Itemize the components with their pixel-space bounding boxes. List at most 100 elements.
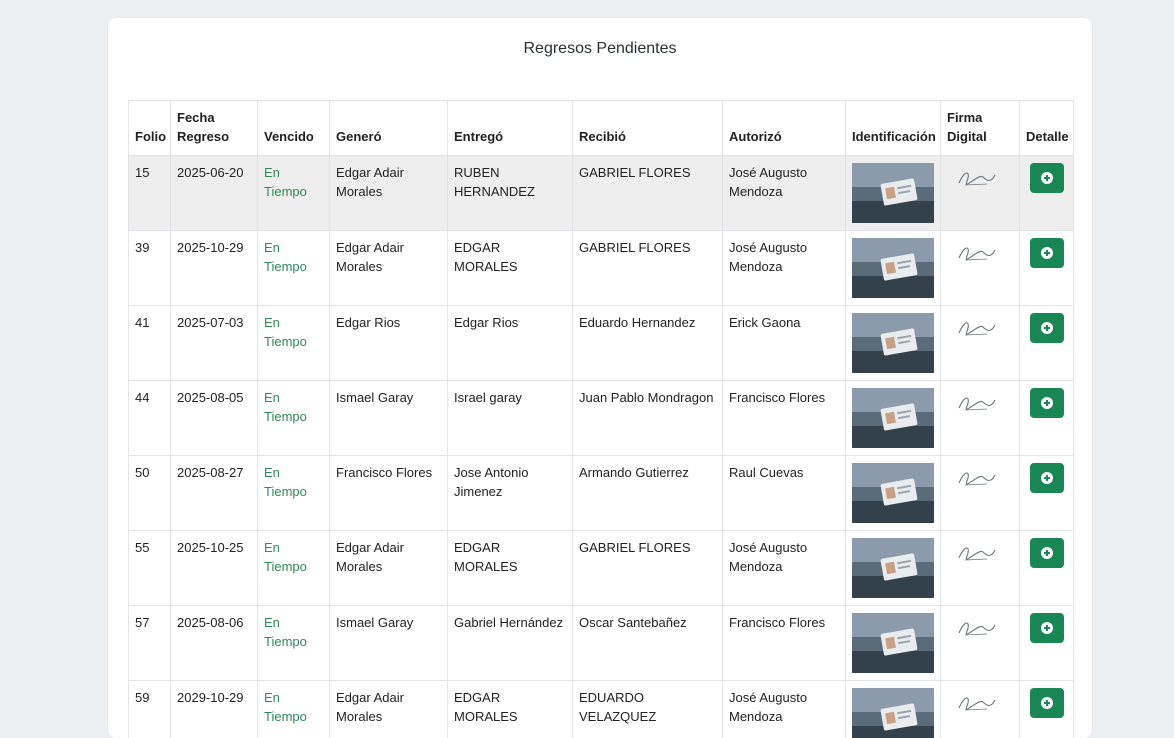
autorizo-cell: Francisco Flores <box>723 606 846 681</box>
vencido-cell: EnTiempo <box>258 456 330 531</box>
entrego-value: Israel garay <box>454 390 522 405</box>
genero-value: Edgar Adair Morales <box>336 690 404 724</box>
firma-digital-cell <box>941 231 1020 306</box>
page-title: Regresos Pendientes <box>108 40 1092 58</box>
firma-digital-cell <box>941 156 1020 231</box>
recibio-value: Armando Gutierrez <box>579 465 689 480</box>
vencido-status-line1: En <box>264 690 280 705</box>
id-photo-icon[interactable] <box>852 688 934 738</box>
genero-value: Edgar Adair Morales <box>336 540 404 574</box>
genero-value: Edgar Rios <box>336 315 400 330</box>
autorizo-cell: José Augusto Mendoza <box>723 681 846 738</box>
vencido-cell: EnTiempo <box>258 156 330 231</box>
entrego-value: EDGAR MORALES <box>454 240 518 274</box>
fecha-regreso-cell: 2025-10-29 <box>171 231 258 306</box>
identificacion-cell <box>846 456 941 531</box>
col-header-fecha-regreso: FechaRegreso <box>171 101 258 156</box>
signature-icon <box>947 613 1007 643</box>
recibio-cell: Oscar Santebañez <box>573 606 723 681</box>
col-header-vencido: Vencido <box>258 101 330 156</box>
detalle-cell <box>1020 681 1074 738</box>
entrego-value: Edgar Rios <box>454 315 518 330</box>
col-header-autorizo: Autorizó <box>723 101 846 156</box>
entrego-value: EDGAR MORALES <box>454 690 518 724</box>
fecha-regreso-cell: 2029-10-29 <box>171 681 258 738</box>
detalle-cell <box>1020 306 1074 381</box>
table-row: 55 2025-10-25 EnTiempo Edgar Adair Moral… <box>129 531 1074 606</box>
genero-value: Edgar Adair Morales <box>336 240 404 274</box>
detalle-cell <box>1020 381 1074 456</box>
detail-button[interactable] <box>1030 688 1064 718</box>
detail-button[interactable] <box>1030 463 1064 493</box>
vencido-cell: EnTiempo <box>258 231 330 306</box>
genero-cell: Edgar Rios <box>330 306 448 381</box>
id-photo-icon[interactable] <box>852 463 934 523</box>
col-header-folio: Folio <box>129 101 171 156</box>
id-photo-icon[interactable] <box>852 613 934 673</box>
recibio-cell: Armando Gutierrez <box>573 456 723 531</box>
detalle-cell <box>1020 231 1074 306</box>
firma-digital-cell <box>941 306 1020 381</box>
signature-icon <box>947 313 1007 343</box>
col-header-genero: Generó <box>330 101 448 156</box>
signature-icon <box>947 238 1007 268</box>
entrego-value: EDGAR MORALES <box>454 540 518 574</box>
id-photo-icon[interactable] <box>852 388 934 448</box>
detail-button[interactable] <box>1030 313 1064 343</box>
entrego-cell: Israel garay <box>448 381 573 456</box>
signature-icon <box>947 163 1007 193</box>
fecha-regreso-cell: 2025-08-05 <box>171 381 258 456</box>
detail-button[interactable] <box>1030 613 1064 643</box>
signature-icon <box>947 538 1007 568</box>
folio-value: 44 <box>135 390 149 405</box>
col-header-detalle: Detalle <box>1020 101 1074 156</box>
col-header-recibio: Recibió <box>573 101 723 156</box>
vencido-status-line2: Tiempo <box>264 184 307 199</box>
fecha-regreso-cell: 2025-08-06 <box>171 606 258 681</box>
plus-circle-icon <box>1041 622 1053 634</box>
genero-cell: Ismael Garay <box>330 381 448 456</box>
vencido-cell: EnTiempo <box>258 381 330 456</box>
recibio-cell: EDUARDO VELAZQUEZ <box>573 681 723 738</box>
vencido-status-line2: Tiempo <box>264 409 307 424</box>
vencido-status-line1: En <box>264 540 280 555</box>
identificacion-cell <box>846 606 941 681</box>
table-header-row: Folio FechaRegreso Vencido Generó Entreg… <box>129 101 1074 156</box>
recibio-value: GABRIEL FLORES <box>579 165 691 180</box>
detail-button[interactable] <box>1030 388 1064 418</box>
vencido-status-line2: Tiempo <box>264 334 307 349</box>
plus-circle-icon <box>1041 247 1053 259</box>
autorizo-value: Erick Gaona <box>729 315 801 330</box>
vencido-status-line2: Tiempo <box>264 484 307 499</box>
id-photo-icon[interactable] <box>852 238 934 298</box>
detail-button[interactable] <box>1030 538 1064 568</box>
entrego-cell: EDGAR MORALES <box>448 681 573 738</box>
plus-circle-icon <box>1041 172 1053 184</box>
autorizo-value: José Augusto Mendoza <box>729 240 807 274</box>
plus-circle-icon <box>1041 472 1053 484</box>
detail-button[interactable] <box>1030 163 1064 193</box>
genero-value: Ismael Garay <box>336 615 413 630</box>
genero-value: Edgar Adair Morales <box>336 165 404 199</box>
plus-circle-icon <box>1041 547 1053 559</box>
signature-icon <box>947 688 1007 718</box>
folio-value: 59 <box>135 690 149 705</box>
folio-cell: 55 <box>129 531 171 606</box>
firma-digital-cell <box>941 531 1020 606</box>
identificacion-cell <box>846 156 941 231</box>
autorizo-cell: Erick Gaona <box>723 306 846 381</box>
table-row: 41 2025-07-03 EnTiempo Edgar Rios Edgar … <box>129 306 1074 381</box>
firma-digital-cell <box>941 681 1020 738</box>
genero-cell: Edgar Adair Morales <box>330 531 448 606</box>
recibio-cell: GABRIEL FLORES <box>573 231 723 306</box>
id-photo-icon[interactable] <box>852 313 934 373</box>
genero-cell: Edgar Adair Morales <box>330 231 448 306</box>
id-photo-icon[interactable] <box>852 163 934 223</box>
detail-button[interactable] <box>1030 238 1064 268</box>
id-photo-icon[interactable] <box>852 538 934 598</box>
col-header-entrego: Entregó <box>448 101 573 156</box>
fecha-regreso-value: 2025-08-05 <box>177 390 244 405</box>
detalle-cell <box>1020 456 1074 531</box>
vencido-status-line1: En <box>264 315 280 330</box>
folio-cell: 59 <box>129 681 171 738</box>
